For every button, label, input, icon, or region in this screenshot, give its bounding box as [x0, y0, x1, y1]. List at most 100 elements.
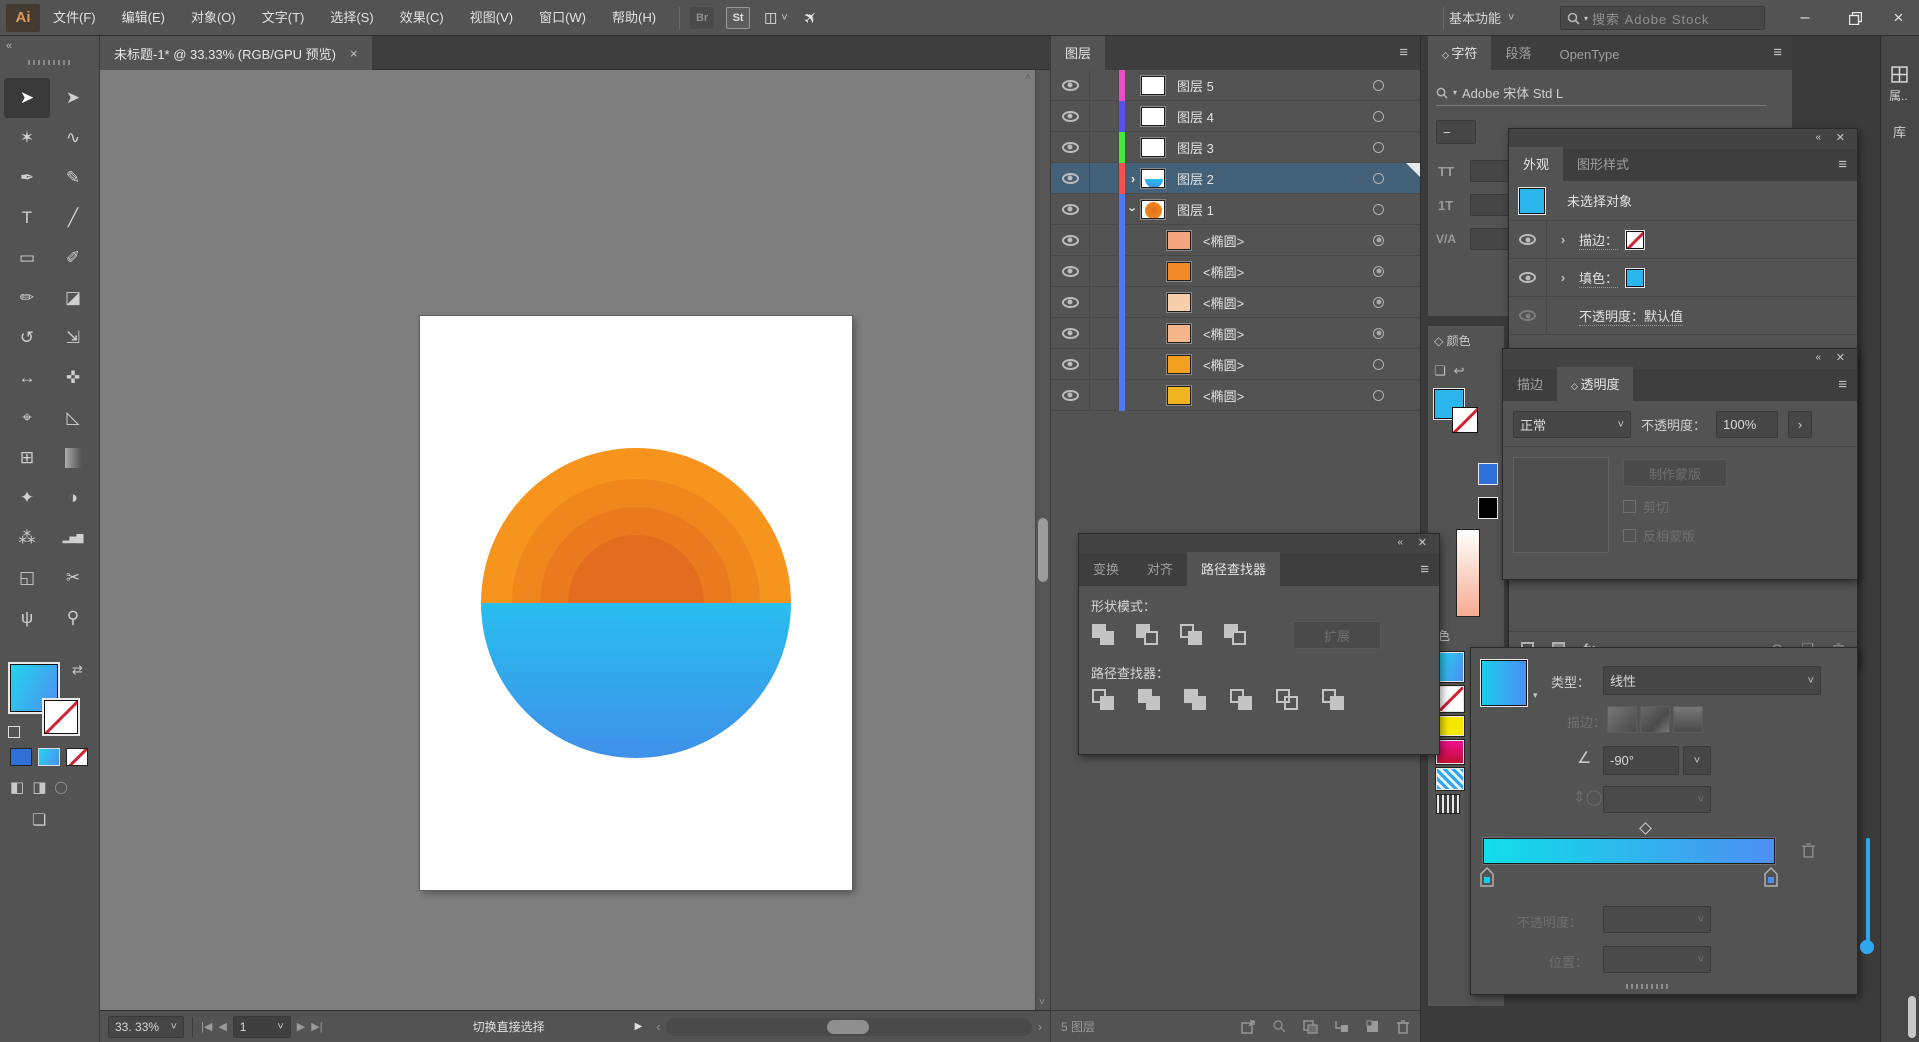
- symbols-barcode-icon[interactable]: [1436, 794, 1460, 814]
- color-stroke-none-swatch[interactable]: [1452, 407, 1478, 433]
- font-family-field[interactable]: ▾ Adobe 宋体 Std L: [1436, 80, 1766, 106]
- stop-location-dropdown[interactable]: ˅: [1603, 946, 1711, 973]
- layer-thumbnail[interactable]: [1167, 355, 1191, 374]
- rectangle-tool[interactable]: ▭: [4, 238, 50, 278]
- stop-opacity-dropdown[interactable]: ˅: [1603, 906, 1711, 933]
- swatch-blue[interactable]: [1478, 463, 1498, 485]
- lock-cell[interactable]: [1089, 380, 1119, 411]
- layer-target-icon[interactable]: [1373, 328, 1384, 339]
- eyedropper-tool[interactable]: ✦: [4, 478, 50, 518]
- tab-align[interactable]: 对齐: [1133, 552, 1187, 586]
- rotate-tool[interactable]: ↺: [4, 318, 50, 358]
- layer-row-ellipse-7[interactable]: <椭圆>: [1051, 287, 1420, 318]
- opacity-field[interactable]: 100%: [1716, 411, 1778, 438]
- aspect-ratio-dropdown[interactable]: ˅: [1603, 786, 1711, 813]
- locate-object-icon[interactable]: [1272, 1019, 1287, 1034]
- expand-chevron-icon[interactable]: ›: [1555, 270, 1571, 285]
- none-button[interactable]: [66, 748, 88, 766]
- visibility-eye-icon[interactable]: [1519, 310, 1536, 321]
- gradient-slider-bar[interactable]: [1483, 838, 1775, 864]
- panel-menu-icon[interactable]: ≡: [1399, 44, 1408, 61]
- visibility-eye-icon[interactable]: [1519, 234, 1536, 245]
- stock-search-box[interactable]: ▾ 搜索 Adobe Stock: [1560, 6, 1765, 30]
- workspace-switcher[interactable]: 基本功能 ˅: [1449, 8, 1514, 27]
- visibility-eye-icon[interactable]: [1062, 111, 1079, 122]
- collapse-dock-chevrons-icon[interactable]: «: [6, 40, 12, 52]
- swap-icon[interactable]: ↩: [1454, 363, 1465, 379]
- horizontal-scrollbar[interactable]: [666, 1018, 1032, 1036]
- menu-item-4[interactable]: 选择(S): [317, 0, 386, 36]
- swatch-cyan-blue-gradient[interactable]: [1436, 652, 1464, 682]
- zoom-tool[interactable]: ⚲: [50, 598, 96, 638]
- font-style-field[interactable]: −: [1436, 120, 1476, 144]
- default-fill-stroke-icon[interactable]: [8, 726, 20, 738]
- minus-back-icon[interactable]: [1321, 688, 1349, 712]
- swatch-yellow[interactable]: [1436, 716, 1464, 736]
- layer-name[interactable]: <椭圆>: [1203, 231, 1244, 250]
- layer-thumbnail[interactable]: [1167, 231, 1191, 250]
- color-button[interactable]: [10, 748, 32, 766]
- hand-tool[interactable]: ψ: [4, 598, 50, 638]
- expand-chevron-icon[interactable]: ›: [1126, 201, 1141, 217]
- intersect-icon[interactable]: [1179, 623, 1207, 647]
- font-size-field[interactable]: [1470, 160, 1510, 182]
- curvature-tool[interactable]: ✎: [50, 158, 96, 198]
- lock-cell[interactable]: [1089, 163, 1119, 194]
- layer-name[interactable]: <椭圆>: [1203, 293, 1244, 312]
- properties-icon[interactable]: [1891, 66, 1908, 83]
- close-icon[interactable]: ✕: [1418, 536, 1427, 549]
- stacked-swatches-icon[interactable]: ❏: [1434, 363, 1446, 379]
- visibility-eye-icon[interactable]: [1062, 390, 1079, 401]
- visibility-eye-icon[interactable]: [1062, 204, 1079, 215]
- pen-tool[interactable]: ✒: [4, 158, 50, 198]
- libraries-tab-label[interactable]: 库: [1893, 122, 1919, 141]
- opacity-row-label[interactable]: 不透明度：默认值: [1579, 306, 1683, 326]
- gradient-midpoint-diamond[interactable]: [1639, 822, 1652, 835]
- minimize-button[interactable]: –: [1782, 0, 1828, 36]
- layer-target-icon[interactable]: [1373, 359, 1384, 370]
- collapse-chevrons-icon[interactable]: «: [1815, 352, 1821, 363]
- tab-character[interactable]: ◇ 字符: [1428, 36, 1491, 70]
- color-fill-stroke-indicator[interactable]: [1434, 389, 1480, 435]
- blend-tool[interactable]: ◑: [50, 478, 96, 518]
- layer-target-icon[interactable]: [1373, 204, 1384, 215]
- clip-checkbox[interactable]: [1623, 500, 1636, 513]
- visibility-eye-icon[interactable]: [1062, 235, 1079, 246]
- divide-icon[interactable]: [1091, 688, 1119, 712]
- menu-item-8[interactable]: 帮助(H): [599, 0, 669, 36]
- opacity-stepper-button[interactable]: ›: [1788, 411, 1812, 438]
- fill-color-swatch[interactable]: [1626, 269, 1644, 287]
- lock-cell[interactable]: [1089, 349, 1119, 380]
- new-sublayer-icon[interactable]: [1334, 1019, 1349, 1034]
- unite-icon[interactable]: [1091, 623, 1119, 647]
- layer-target-icon[interactable]: [1373, 111, 1384, 122]
- puppet-warp-tool[interactable]: ✜: [50, 358, 96, 398]
- hscroll-right-icon[interactable]: ›: [1038, 1020, 1042, 1034]
- appearance-fill-row[interactable]: › 填色：: [1509, 259, 1857, 297]
- tab-graphic-styles[interactable]: 图形样式: [1563, 147, 1643, 181]
- draw-inside-icon[interactable]: ◯: [54, 780, 67, 794]
- layer-row-ellipse-5[interactable]: <椭圆>: [1051, 225, 1420, 256]
- layer-target-icon[interactable]: [1373, 390, 1384, 401]
- layer-thumbnail[interactable]: [1141, 76, 1165, 95]
- direct-selection-tool[interactable]: ➤: [50, 78, 96, 118]
- dock-gripper[interactable]: [1626, 984, 1670, 989]
- dock-blue-scrollbar-handle[interactable]: [1860, 940, 1874, 954]
- lock-cell[interactable]: [1089, 101, 1119, 132]
- close-tab-icon[interactable]: ×: [350, 46, 358, 61]
- tab-stroke[interactable]: 描边: [1503, 367, 1557, 401]
- layer-target-icon[interactable]: [1373, 266, 1384, 277]
- vertical-scrollbar[interactable]: ˅: [1035, 70, 1050, 1010]
- width-tool[interactable]: ↔: [4, 358, 50, 398]
- visibility-eye-icon[interactable]: [1062, 359, 1079, 370]
- scale-tool[interactable]: ⇲: [50, 318, 96, 358]
- app-logo[interactable]: Ai: [6, 4, 40, 32]
- layer-name[interactable]: 图层 3: [1177, 138, 1214, 157]
- outline-icon[interactable]: [1275, 688, 1303, 712]
- invert-mask-checkbox-row[interactable]: 反相蒙版: [1623, 526, 1727, 545]
- menu-item-3[interactable]: 文字(T): [249, 0, 318, 36]
- swatches-panel-collapsed-tab[interactable]: 色: [1438, 627, 1504, 644]
- layer-row-ellipse-10[interactable]: <椭圆>: [1051, 380, 1420, 411]
- gpu-performance-rocket-icon[interactable]: ✈: [799, 6, 823, 30]
- lock-cell[interactable]: [1089, 287, 1119, 318]
